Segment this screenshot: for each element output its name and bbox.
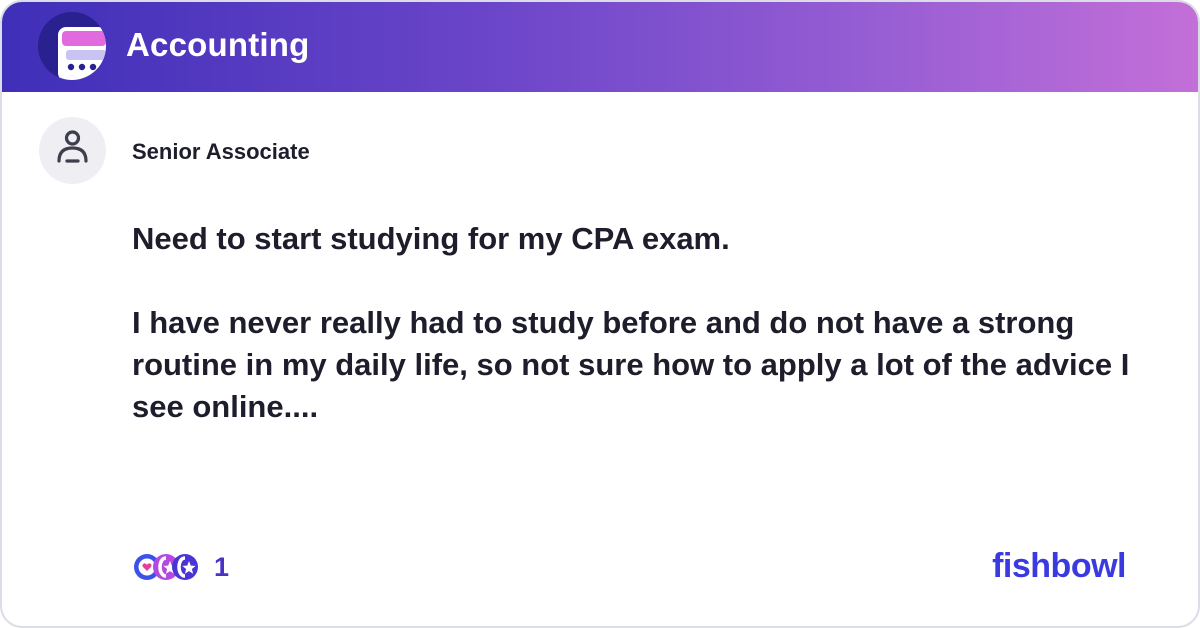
bowl-title[interactable]: Accounting [126,24,309,66]
reaction-count[interactable]: 1 [214,550,229,584]
header-bar: Accounting [2,2,1198,92]
post-body: Need to start studying for my CPA exam. … [132,218,1172,428]
post-paragraph: I have never really had to study before … [132,305,1130,424]
fishbowl-logo[interactable]: fishbowl [992,545,1126,587]
user-avatar-icon[interactable] [39,117,106,184]
reactions-group[interactable] [132,550,200,584]
bowl-chat-icon[interactable] [38,12,106,80]
post-card: Accounting Senior Associate Need to star… [0,0,1200,628]
post-paragraph: Need to start studying for my CPA exam. [132,221,730,256]
clap-reaction-icon [172,554,198,580]
author-name[interactable]: Senior Associate [132,138,310,166]
